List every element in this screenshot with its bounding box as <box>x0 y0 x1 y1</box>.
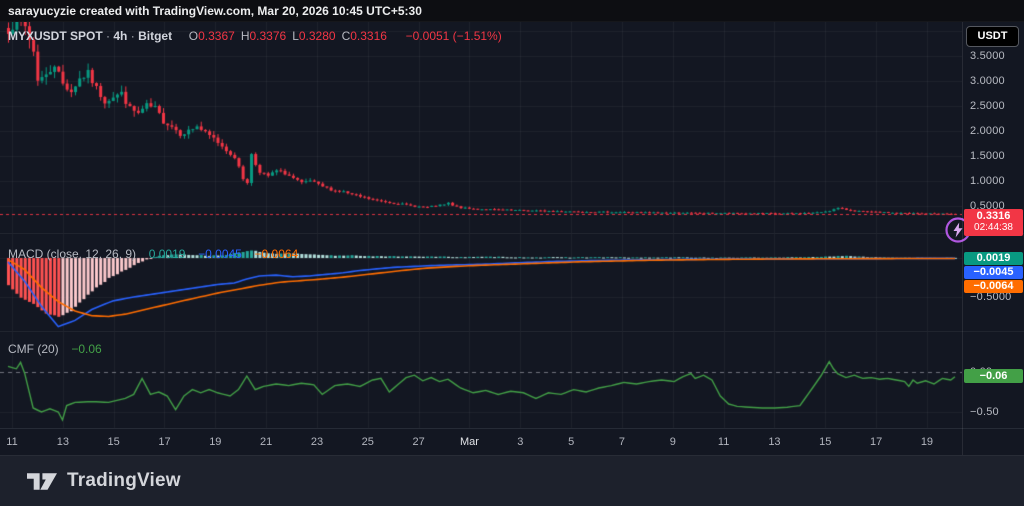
cmf-badge: −0.06 <box>964 369 1023 383</box>
price-chart-canvas[interactable] <box>0 22 962 455</box>
ohlc-value: 0.3316 <box>350 29 387 43</box>
macd-hist-value: 0.0019 <box>149 247 186 261</box>
axis-tick-label: 1.5000 <box>970 150 1005 162</box>
tradingview-brand[interactable]: TradingView <box>67 470 181 492</box>
macd-line-badge: −0.0045 <box>964 266 1023 279</box>
axis-tick-label: 1.0000 <box>970 175 1005 187</box>
time-axis[interactable]: 11 13 15 17 19 21 23 25 27 Mar 3 5 7 9 11 13 15 17 19 <box>0 428 962 455</box>
cmf-value: −0.06 <box>71 342 101 356</box>
currency-button[interactable]: USDT <box>966 26 1019 47</box>
time-tick-label: 13 <box>768 436 780 448</box>
last-price-value: 0.3316 <box>964 210 1023 222</box>
time-tick-label: 15 <box>108 436 120 448</box>
ohlc-value: 0.3376 <box>249 29 286 43</box>
price-change: −0.0051 (−1.51%) <box>406 29 502 43</box>
time-tick-label: 9 <box>670 436 676 448</box>
time-tick-label: 17 <box>158 436 170 448</box>
pane-separator-macd[interactable] <box>0 233 1024 234</box>
axis-tick-label: −0.50 <box>970 406 999 418</box>
time-tick-label: Mar <box>460 436 479 448</box>
time-tick-label: 25 <box>362 436 374 448</box>
time-tick-label: 11 <box>6 436 17 448</box>
price-axis[interactable]: USDT 3.5000 3.0000 2.5000 2.0000 1.5000 1.000… <box>962 22 1024 455</box>
tradingview-snapshot: { "header": { "attribution": "sarayucyzi… <box>0 0 1024 506</box>
cmf-title[interactable]: CMF (20) <box>8 342 59 356</box>
time-tick-label: 13 <box>57 436 69 448</box>
macd-line-value: −0.0045 <box>198 247 242 261</box>
time-tick-label: 11 <box>718 436 729 448</box>
macd-legend: MACD (close, 12, 26, 9) 0.0019 −0.0045 −… <box>8 247 298 261</box>
time-tick-label: 7 <box>619 436 625 448</box>
time-tick-label: 19 <box>921 436 933 448</box>
macd-hist-badge: 0.0019 <box>964 252 1023 265</box>
symbol-legend: MYXUSDT SPOT · 4h · Bitget O0.3367H0.337… <box>8 29 502 43</box>
symbol-interval[interactable]: 4h <box>113 29 127 43</box>
time-tick-label: 27 <box>413 436 425 448</box>
footer: TradingView <box>0 455 1024 506</box>
axis-tick-label: 2.5000 <box>970 100 1005 112</box>
time-tick-label: 17 <box>870 436 882 448</box>
bar-countdown: 02:44:38 <box>964 222 1023 233</box>
time-tick-label: 23 <box>311 436 323 448</box>
symbol-exchange[interactable]: Bitget <box>138 29 172 43</box>
time-tick-label: 19 <box>209 436 221 448</box>
ohlc-value: 0.3367 <box>198 29 235 43</box>
time-tick-label: 5 <box>568 436 574 448</box>
macd-title[interactable]: MACD (close, 12, 26, 9) <box>8 247 136 261</box>
legend-separator: · <box>106 29 110 43</box>
axis-tick-label: 3.5000 <box>970 50 1005 62</box>
time-tick-label: 15 <box>819 436 831 448</box>
macd-signal-value: −0.0064 <box>255 247 299 261</box>
attribution-bar: sarayucyzie created with TradingView.com… <box>0 0 1024 22</box>
time-tick-label: 21 <box>260 436 272 448</box>
time-tick-label: 3 <box>517 436 523 448</box>
ohlc-key: O <box>189 29 198 43</box>
macd-signal-badge: −0.0064 <box>964 280 1023 293</box>
axis-tick-label: 2.0000 <box>970 125 1005 137</box>
ohlc-key: C <box>342 29 351 43</box>
axis-tick-label: 3.0000 <box>970 75 1005 87</box>
cmf-legend: CMF (20) −0.06 <box>8 342 102 356</box>
legend-separator: · <box>131 29 135 43</box>
tradingview-logo-icon[interactable] <box>27 471 57 492</box>
attribution-text: sarayucyzie created with TradingView.com… <box>8 4 422 18</box>
ohlc-values: O0.3367H0.3376L0.3280C0.3316 <box>189 29 393 43</box>
pane-separator-cmf[interactable] <box>0 331 1024 332</box>
symbol-title[interactable]: MYXUSDT SPOT <box>8 29 103 43</box>
ohlc-key: L <box>292 29 299 43</box>
last-price-badge: 0.3316 02:44:38 <box>964 209 1023 236</box>
ohlc-value: 0.3280 <box>299 29 336 43</box>
